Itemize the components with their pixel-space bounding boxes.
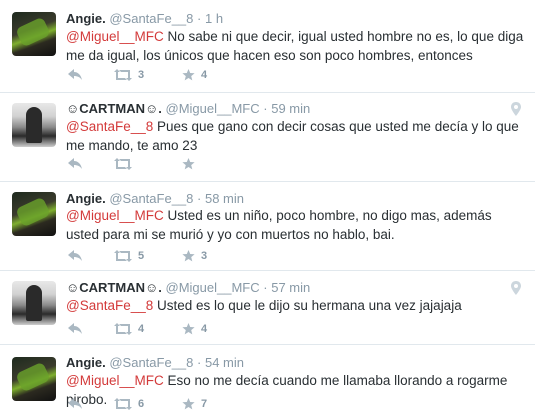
tweet-body: Usted es lo que le dijo su hermana una v…: [153, 298, 462, 313]
star-icon: [182, 323, 195, 335]
reply-icon: [68, 398, 82, 409]
tweet[interactable]: ☺CARTMAN☺. @Miguel__MFC · 59 min @SantaF…: [0, 93, 535, 182]
favorite-count: 4: [201, 69, 208, 81]
retweet-button[interactable]: 3: [114, 69, 144, 81]
location-pin-icon[interactable]: [511, 281, 521, 295]
star-icon: [182, 250, 195, 262]
avatar[interactable]: [12, 357, 56, 401]
reply-icon: [68, 69, 82, 80]
mention-link[interactable]: @Miguel__MFC: [66, 29, 164, 44]
user-name[interactable]: Angie.: [66, 11, 106, 26]
mention-link[interactable]: @Miguel__MFC: [66, 373, 164, 388]
retweet-button[interactable]: [114, 158, 138, 170]
user-name[interactable]: Angie.: [66, 355, 106, 370]
tweet-header: Angie. @SantaFe__8 · 1 h: [66, 11, 223, 27]
timestamp[interactable]: 59 min: [271, 101, 310, 116]
favorite-button[interactable]: 4: [182, 323, 207, 335]
star-icon: [182, 398, 195, 410]
tweet-text: @SantaFe__8 Usted es lo que le dijo su h…: [66, 296, 526, 315]
reply-button[interactable]: [68, 323, 82, 334]
tweet-header: ☺CARTMAN☺. @Miguel__MFC · 57 min: [66, 280, 310, 296]
retweet-button[interactable]: 4: [114, 323, 144, 335]
reply-icon: [68, 323, 82, 334]
favorite-button[interactable]: [182, 158, 201, 170]
tweet-header: Angie. @SantaFe__8 · 54 min: [66, 355, 244, 371]
retweet-icon: [114, 250, 132, 262]
separator-dot: ·: [197, 355, 202, 370]
user-name[interactable]: ☺CARTMAN☺.: [66, 101, 162, 116]
user-handle[interactable]: @SantaFe__8: [109, 191, 193, 206]
tweet-text: @SantaFe__8 Pues que gano con decir cosa…: [66, 117, 526, 155]
favorite-button[interactable]: 4: [182, 69, 207, 81]
retweet-button[interactable]: 5: [114, 250, 144, 262]
user-handle[interactable]: @SantaFe__8: [109, 355, 193, 370]
reply-button[interactable]: [68, 69, 82, 80]
favorite-button[interactable]: 7: [182, 398, 207, 410]
avatar[interactable]: [12, 103, 56, 147]
retweet-icon: [114, 158, 132, 170]
timestamp[interactable]: 57 min: [271, 280, 310, 295]
user-handle[interactable]: @Miguel__MFC: [166, 280, 260, 295]
separator-dot: ·: [263, 101, 268, 116]
separator-dot: ·: [197, 11, 202, 26]
mention-link[interactable]: @SantaFe__8: [66, 119, 153, 134]
reply-icon: [68, 250, 82, 261]
avatar[interactable]: [12, 192, 56, 236]
retweet-count: 4: [138, 323, 145, 335]
user-handle[interactable]: @SantaFe__8: [109, 11, 193, 26]
star-icon: [182, 69, 195, 81]
star-icon: [182, 158, 195, 170]
tweet[interactable]: ☺CARTMAN☺. @Miguel__MFC · 57 min @SantaF…: [0, 271, 535, 345]
reply-icon: [68, 158, 82, 169]
mention-link[interactable]: @SantaFe__8: [66, 298, 153, 313]
retweet-icon: [114, 323, 132, 335]
tweet-header: Angie. @SantaFe__8 · 58 min: [66, 191, 244, 207]
retweet-count: 3: [138, 69, 145, 81]
separator-dot: ·: [197, 191, 202, 206]
reply-button[interactable]: [68, 158, 82, 169]
favorite-count: 7: [201, 398, 208, 410]
user-name[interactable]: Angie.: [66, 191, 106, 206]
retweet-button[interactable]: 6: [114, 398, 144, 410]
retweet-icon: [114, 69, 132, 81]
reply-button[interactable]: [68, 398, 82, 409]
favorite-count: 4: [201, 323, 208, 335]
retweet-count: 5: [138, 250, 145, 262]
separator-dot: ·: [263, 280, 268, 295]
favorite-count: 3: [201, 250, 208, 262]
user-name[interactable]: ☺CARTMAN☺.: [66, 280, 162, 295]
avatar[interactable]: [12, 281, 56, 325]
timestamp[interactable]: 1 h: [205, 11, 223, 26]
timestamp[interactable]: 58 min: [205, 191, 244, 206]
tweet[interactable]: Angie. @SantaFe__8 · 54 min @Miguel__MFC…: [0, 345, 535, 417]
reply-button[interactable]: [68, 250, 82, 261]
tweet-header: ☺CARTMAN☺. @Miguel__MFC · 59 min: [66, 101, 310, 117]
favorite-button[interactable]: 3: [182, 250, 207, 262]
tweet-text: @Miguel__MFC Usted es un niño, poco homb…: [66, 206, 526, 244]
location-pin-icon[interactable]: [511, 102, 521, 116]
retweet-icon: [114, 398, 132, 410]
timestamp[interactable]: 54 min: [205, 355, 244, 370]
tweet[interactable]: Angie. @SantaFe__8 · 58 min @Miguel__MFC…: [0, 182, 535, 271]
mention-link[interactable]: @Miguel__MFC: [66, 208, 164, 223]
tweet[interactable]: Angie. @SantaFe__8 · 1 h @Miguel__MFC No…: [0, 0, 535, 93]
user-handle[interactable]: @Miguel__MFC: [166, 101, 260, 116]
avatar[interactable]: [12, 12, 56, 56]
retweet-count: 6: [138, 398, 145, 410]
tweet-text: @Miguel__MFC No sabe ni que decir, igual…: [66, 27, 526, 65]
